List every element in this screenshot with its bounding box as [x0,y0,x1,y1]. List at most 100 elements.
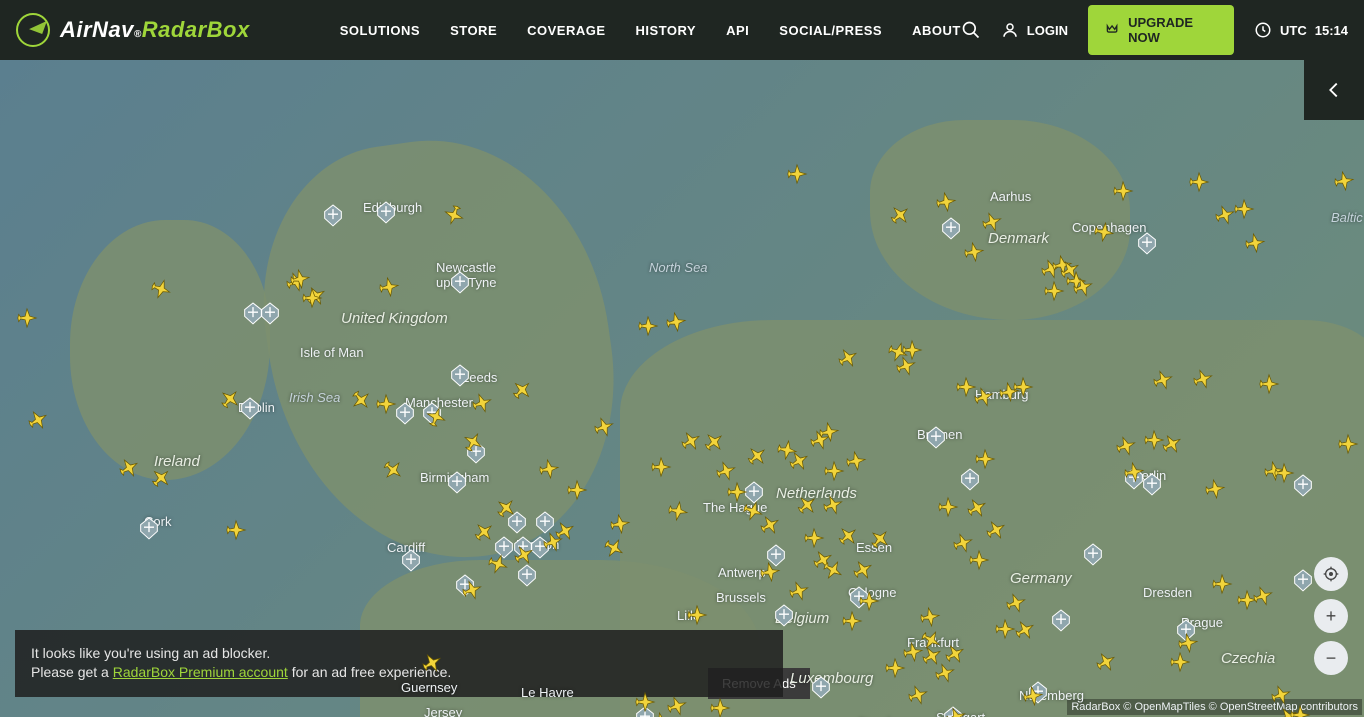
locate-button[interactable] [1314,557,1348,591]
upgrade-button[interactable]: UPGRADE NOW [1088,5,1234,55]
aircraft-icon[interactable] [803,527,825,549]
aircraft-icon[interactable] [301,287,323,309]
aircraft-icon[interactable] [566,479,588,501]
aircraft-icon[interactable] [607,511,632,536]
aircraft-icon[interactable] [709,697,731,717]
aircraft-icon[interactable] [917,604,942,629]
aircraft-icon[interactable] [1121,459,1146,484]
airport-marker[interactable] [376,200,396,224]
radar-icon [16,13,50,47]
airport-marker[interactable] [941,216,961,240]
map-label: Baltic [1331,210,1363,225]
airport-marker[interactable] [450,363,470,387]
header-right: LOGIN UPGRADE NOW UTC 15:14 [961,5,1348,55]
utc-label: UTC [1280,23,1307,38]
airport-marker[interactable] [260,301,280,325]
airport-marker[interactable] [450,270,470,294]
aircraft-icon[interactable] [1175,630,1200,655]
aircraft-icon[interactable] [937,496,959,518]
aircraft-icon[interactable] [757,559,782,584]
aircraft-icon[interactable] [901,339,923,361]
airport-marker[interactable] [1293,568,1313,592]
aircraft-icon[interactable] [536,456,561,481]
search-icon[interactable] [961,20,981,40]
aircraft-icon[interactable] [974,448,996,470]
aircraft-icon[interactable] [225,519,247,541]
panel-collapse-button[interactable] [1304,60,1364,120]
aircraft-icon[interactable] [1020,683,1045,708]
aircraft-icon[interactable] [686,604,708,626]
zoom-out-button[interactable]: − [1314,641,1348,675]
nav-store[interactable]: STORE [450,23,497,38]
aircraft-icon[interactable] [23,405,53,435]
aircraft-icon[interactable] [823,460,845,482]
adblock-banner: It looks like you're using an ad blocker… [15,630,783,697]
logo[interactable]: AirNav®RadarBox [16,13,250,47]
aircraft-icon[interactable] [843,448,868,473]
login-button[interactable]: LOGIN [1001,21,1068,39]
airport-marker[interactable] [926,425,946,449]
login-label: LOGIN [1027,23,1068,38]
airport-marker[interactable] [960,467,980,491]
aircraft-icon[interactable] [1012,376,1034,398]
aircraft-icon[interactable] [1331,168,1356,193]
adblock-line1: It looks like you're using an ad blocker… [31,644,767,664]
aircraft-icon[interactable] [1233,198,1255,220]
airport-marker[interactable] [1051,608,1071,632]
aircraft-icon[interactable] [858,590,880,612]
airport-marker[interactable] [447,470,467,494]
aircraft-icon[interactable] [1043,280,1065,302]
nav-social[interactable]: SOCIAL/PRESS [779,23,882,38]
nav-api[interactable]: API [726,23,749,38]
aircraft-icon[interactable] [1188,171,1210,193]
airport-marker[interactable] [811,675,831,699]
logo-text: AirNav®RadarBox [60,17,250,43]
utc-time: 15:14 [1315,23,1348,38]
aircraft-icon[interactable] [637,315,659,337]
aircraft-icon[interactable] [816,419,841,444]
zoom-in-button[interactable]: + [1314,599,1348,633]
utc-clock: UTC 15:14 [1254,21,1348,39]
airport-marker[interactable] [139,516,159,540]
aircraft-icon[interactable] [665,498,690,523]
aircraft-icon[interactable] [375,393,397,415]
aircraft-icon[interactable] [1091,219,1116,244]
aircraft-icon[interactable] [1112,180,1134,202]
nav-coverage[interactable]: COVERAGE [527,23,605,38]
aircraft-icon[interactable] [376,274,401,299]
aircraft-icon[interactable] [650,456,672,478]
aircraft-icon[interactable] [16,307,38,329]
aircraft-icon[interactable] [1273,462,1295,484]
aircraft-icon[interactable] [786,163,808,185]
airport-marker[interactable] [774,603,794,627]
aircraft-icon[interactable] [1289,704,1311,717]
map-canvas[interactable]: Remove Ads It looks like you're using an… [0,60,1364,717]
aircraft-icon[interactable] [634,691,656,713]
land-uk [242,118,637,581]
aircraft-icon[interactable] [1242,230,1267,255]
airport-marker[interactable] [323,203,343,227]
aircraft-icon[interactable] [1258,373,1280,395]
aircraft-icon[interactable] [961,239,986,264]
nav-history[interactable]: HISTORY [636,23,697,38]
airport-marker[interactable] [395,401,415,425]
attrib-omt[interactable]: OpenMapTiles [1134,701,1205,713]
nav-about[interactable]: ABOUT [912,23,961,38]
aircraft-icon[interactable] [933,189,958,214]
airport-marker[interactable] [1137,231,1157,255]
nav-solutions[interactable]: SOLUTIONS [340,23,420,38]
aircraft-icon[interactable] [884,657,906,679]
airport-marker[interactable] [1083,542,1103,566]
airport-marker[interactable] [1293,473,1313,497]
aircraft-icon[interactable] [1337,433,1359,455]
attrib-radarbox[interactable]: RadarBox [1071,701,1120,713]
airport-marker[interactable] [401,548,421,572]
aircraft-icon[interactable] [1211,573,1233,595]
premium-link[interactable]: RadarBox Premium account [113,664,288,680]
aircraft-icon[interactable] [968,549,990,571]
upgrade-label: UPGRADE NOW [1128,15,1218,45]
aircraft-icon[interactable] [841,610,863,632]
adblock-line2: Please get a RadarBox Premium account fo… [31,663,767,683]
aircraft-icon[interactable] [663,309,688,334]
aircraft-icon[interactable] [1202,476,1227,501]
